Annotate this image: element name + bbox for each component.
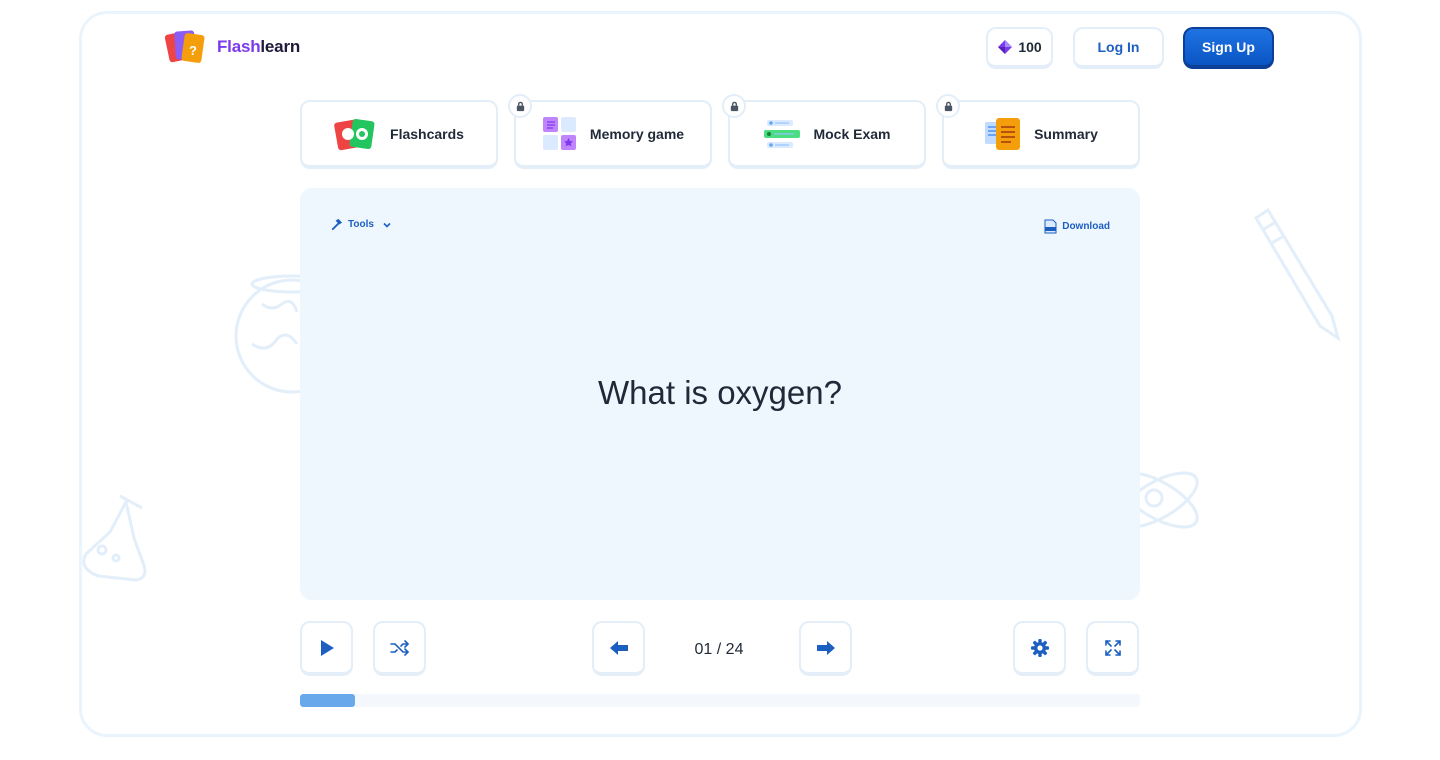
- tab-summary-label: Summary: [1034, 125, 1098, 142]
- logo-cards-icon: ?: [165, 30, 205, 63]
- login-button[interactable]: Log In: [1073, 27, 1164, 69]
- flashcards-icon: [334, 118, 375, 150]
- brand-logo[interactable]: ? Flashlearn: [165, 28, 300, 66]
- lock-icon: [508, 94, 532, 118]
- tab-mock-exam[interactable]: Mock Exam: [722, 94, 926, 169]
- tab-memory-game-label: Memory game: [589, 125, 685, 142]
- progress-fill: [300, 694, 355, 707]
- pdf-icon: [1044, 219, 1057, 234]
- hammer-icon: [331, 218, 343, 231]
- arrow-left-icon: [609, 640, 628, 655]
- expand-icon: [1104, 639, 1121, 656]
- tab-mock-exam-label: Mock Exam: [813, 125, 891, 142]
- fullscreen-button[interactable]: [1086, 621, 1139, 676]
- flashcard-question: What is oxygen?: [598, 374, 842, 411]
- atom-doodle: [1138, 471, 1199, 529]
- tab-summary[interactable]: Summary: [936, 94, 1140, 169]
- chevron-down-icon: [383, 222, 391, 228]
- brand-name-part2: learn: [260, 37, 301, 56]
- play-button[interactable]: [300, 621, 353, 676]
- lock-icon: [936, 94, 960, 118]
- prev-card-button[interactable]: [592, 621, 645, 676]
- pencil-doodle: [1253, 207, 1341, 342]
- brand-name-part1: Flash: [217, 37, 261, 56]
- gem-icon: [998, 40, 1013, 54]
- settings-button[interactable]: [1013, 621, 1066, 676]
- tab-flashcards[interactable]: Flashcards: [300, 100, 498, 169]
- gems-count: 100: [1018, 39, 1042, 55]
- flask-doodle: [82, 494, 147, 582]
- flashcard[interactable]: Tools Download What is oxygen?: [300, 188, 1140, 600]
- shuffle-icon: [389, 639, 409, 656]
- mock-exam-icon: [764, 119, 801, 148]
- download-button[interactable]: Download: [1044, 219, 1110, 234]
- download-label: Download: [1062, 221, 1110, 232]
- card-counter: 01 / 24: [694, 641, 744, 658]
- globe-doodle: [234, 274, 302, 394]
- play-icon: [320, 639, 334, 656]
- summary-icon: [985, 117, 1021, 150]
- memory-game-icon: [542, 116, 576, 150]
- gear-icon: [1030, 638, 1049, 657]
- tab-memory-game[interactable]: Memory game: [508, 94, 712, 169]
- progress-bar: [300, 694, 1140, 707]
- lock-icon: [722, 94, 746, 118]
- tools-dropdown[interactable]: Tools: [330, 218, 392, 231]
- svg-text:?: ?: [189, 43, 197, 58]
- gems-button[interactable]: 100: [986, 27, 1053, 69]
- tools-label: Tools: [348, 219, 374, 230]
- signup-button[interactable]: Sign Up: [1183, 27, 1274, 69]
- brand-name: Flashlearn: [217, 37, 300, 57]
- arrow-right-icon: [816, 640, 835, 655]
- tab-flashcards-label: Flashcards: [390, 125, 464, 142]
- shuffle-button[interactable]: [373, 621, 426, 676]
- next-card-button[interactable]: [799, 621, 852, 676]
